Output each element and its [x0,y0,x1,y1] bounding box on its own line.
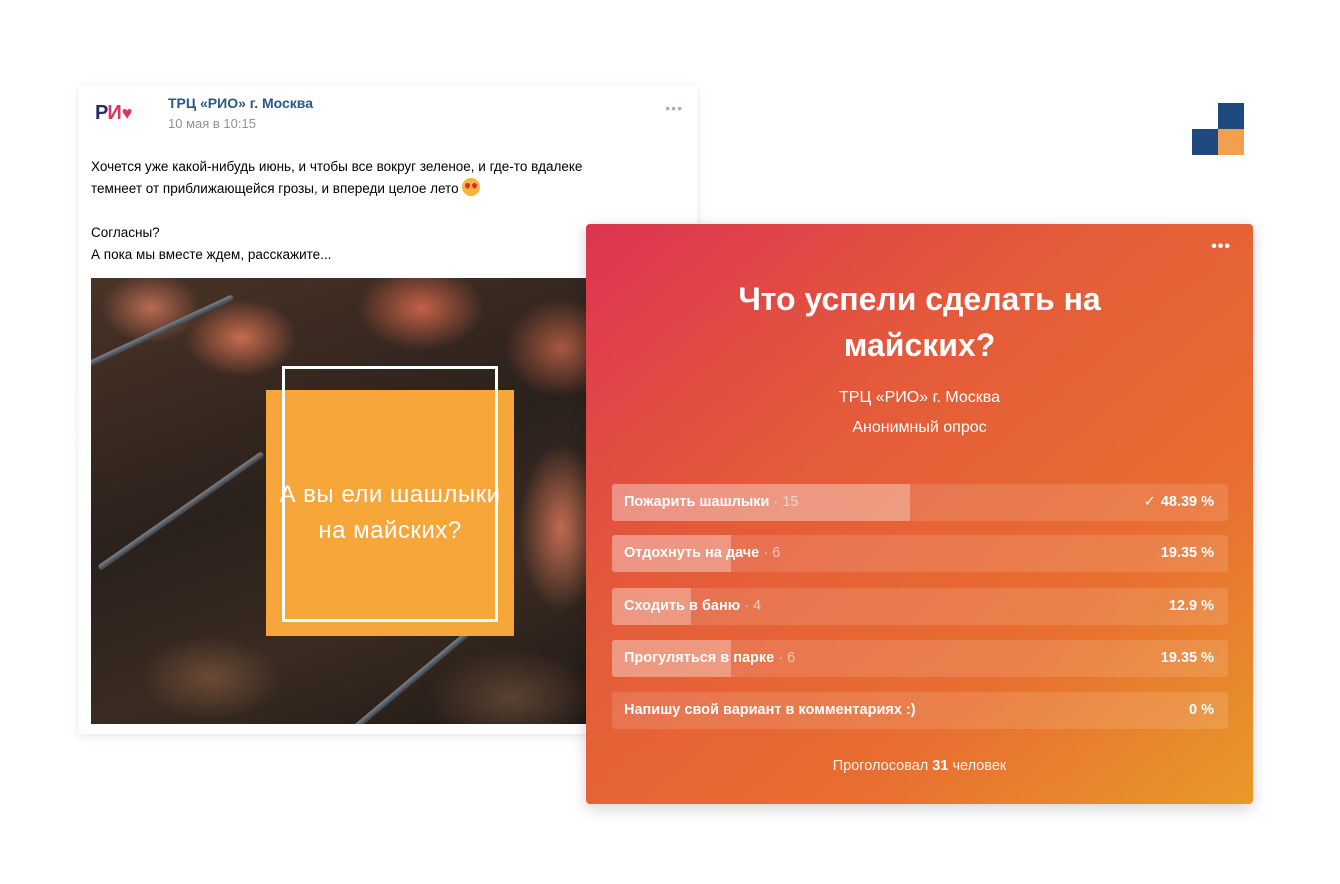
poll-option[interactable]: Отдохнуть на даче · 6 19.35 % [612,535,1228,572]
post-date-link[interactable]: 10 мая в 10:15 [168,116,256,131]
brand-logo-square [1192,129,1218,155]
post-header: Р И ♥ ТРЦ «РИО» г. Москва 10 мая в 10:15… [79,86,697,146]
poll-author-link[interactable]: ТРЦ «РИО» г. Москва [586,389,1253,407]
option-vote-count: · 15 [773,494,799,510]
post-text-spacer [91,200,681,222]
skewer-graphic [97,451,265,571]
heart-icon: ♥ [121,102,133,123]
option-label: Сходить в баню [624,598,741,614]
voters-suffix: человек [952,758,1007,774]
option-label-group: Отдохнуть на даче · 6 [624,535,780,572]
brand-logo [1192,103,1244,155]
option-vote-count: · 4 [744,598,762,614]
option-percent: 19.35 % [1160,650,1214,666]
community-name-link[interactable]: ТРЦ «РИО» г. Москва [168,95,313,111]
option-label-group: Прогуляться в парке · 6 [624,640,795,677]
option-label-group: Пожарить шашлыки · 15 [624,484,798,521]
skewer-graphic [91,294,235,372]
option-label-group: Напишу свой вариант в комментариях :) [624,692,916,729]
poll-type: Анонимный опрос [852,419,987,436]
voters-count: 31 [932,758,949,774]
poll-title: Что успели сделать на майских? [586,276,1253,368]
poll-option[interactable]: Прогуляться в парке · 6 19.35 % [612,640,1228,677]
logo-letter: Р [95,101,108,124]
check-icon: ✓ [1143,494,1156,510]
post-text-line: темнеет от приближающейся грозы, и впере… [91,178,681,200]
option-label: Напишу свой вариант в комментариях :) [624,702,916,718]
post-photo[interactable]: А вы ели шашлыки на майских? [91,278,611,724]
option-percent: 19.35 % [1160,545,1214,561]
option-vote-count: · 6 [778,650,796,666]
voters-prefix: Проголосовал [832,758,929,774]
option-percent: 12.9 % [1168,598,1214,614]
poll-title-line: майских? [843,327,996,363]
poll-option[interactable]: Пожарить шашлыки · 15 ✓ 48.39 % [612,484,1228,521]
post-text-segment: темнеет от приближающейся грозы, и впере… [91,181,459,196]
poll-voters-link[interactable]: Проголосовал 31 человек [586,758,1253,774]
post-text-line: Хочется уже какой-нибудь июнь, и чтобы в… [91,159,583,174]
option-label: Прогуляться в парке [624,650,775,666]
option-label-group: Сходить в баню · 4 [624,588,761,625]
option-vote-count: · 6 [763,545,781,561]
brand-logo-square [1218,103,1244,129]
photo-caption: А вы ели шашлыки на майских? [279,481,501,544]
heart-eyes-emoji-icon [462,178,481,196]
option-percent: 48.39 % [1160,494,1214,510]
poll-more-options-icon[interactable]: ••• [1211,238,1231,256]
brand-logo-square [1218,129,1244,155]
community-avatar[interactable]: Р И ♥ [95,101,151,125]
poll-option[interactable]: Сходить в баню · 4 12.9 % [612,588,1228,625]
more-options-icon[interactable]: ••• [665,100,683,116]
option-percent: 0 % [1189,702,1214,718]
poll-option[interactable]: Напишу свой вариант в комментариях :) 0 … [612,692,1228,729]
poll-title-line: Что успели сделать на [738,281,1101,317]
option-label: Отдохнуть на даче [624,545,760,561]
poll-card: ••• Что успели сделать на майских? ТРЦ «… [586,224,1253,804]
option-label: Пожарить шашлыки [624,494,770,510]
logo-letter: И [107,101,121,124]
option-percent-group: ✓ 48.39 % [1144,484,1214,521]
